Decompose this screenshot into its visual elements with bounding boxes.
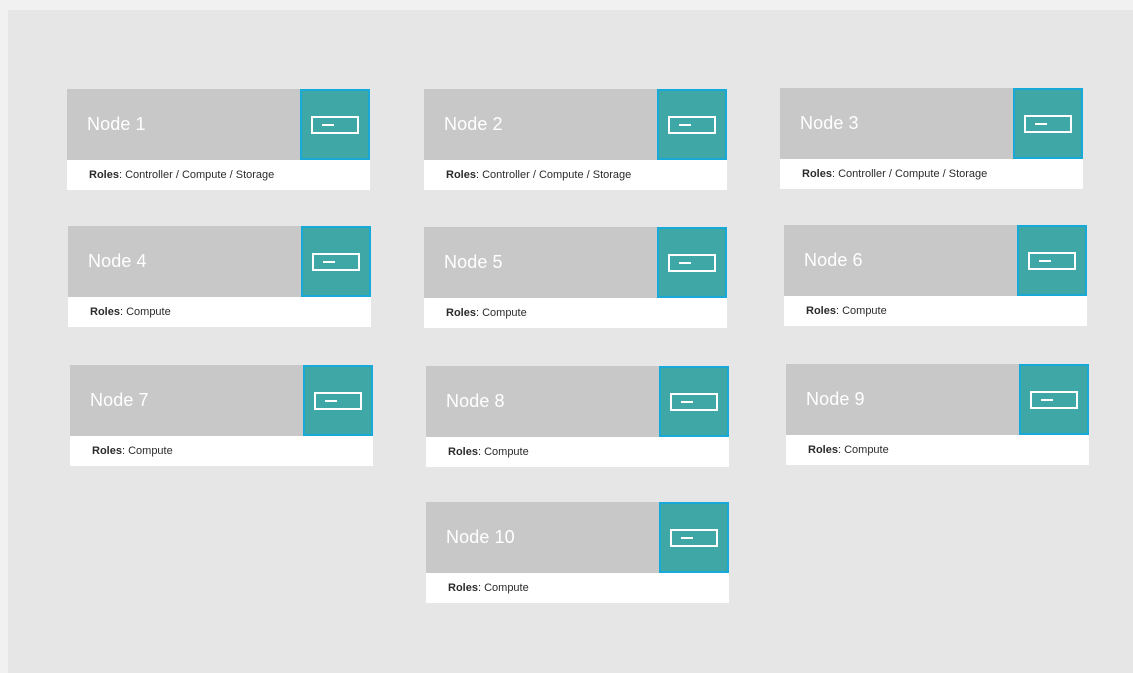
node-action-button[interactable] xyxy=(300,89,370,160)
server-icon xyxy=(670,393,718,411)
node-name: Node 3 xyxy=(800,113,859,133)
node-action-button[interactable] xyxy=(659,502,729,573)
node-header: Node 3 xyxy=(780,88,1083,159)
node-card-2: Node 2 Roles: Controller / Compute / Sto… xyxy=(424,89,727,190)
node-header: Node 7 xyxy=(70,365,373,436)
node-roles: Roles: Compute xyxy=(448,573,529,603)
node-roles: Roles: Compute xyxy=(448,437,529,467)
node-roles-row: Roles: Compute xyxy=(786,435,1089,465)
node-name: Node 2 xyxy=(444,114,503,134)
node-action-button[interactable] xyxy=(1019,364,1089,435)
server-icon xyxy=(1024,115,1072,133)
node-header: Node 5 xyxy=(424,227,727,298)
node-card-4: Node 4 Roles: Compute xyxy=(68,226,371,327)
roles-value: Compute xyxy=(484,446,529,458)
node-name: Node 8 xyxy=(446,391,505,411)
node-header: Node 10 xyxy=(426,502,729,573)
node-roles: Roles: Controller / Compute / Storage xyxy=(89,160,274,190)
roles-label: Roles xyxy=(446,307,476,319)
roles-value: Compute xyxy=(484,582,529,594)
roles-value: Controller / Compute / Storage xyxy=(482,169,632,181)
server-icon xyxy=(314,392,362,410)
node-name: Node 9 xyxy=(806,389,865,409)
node-roles-row: Roles: Controller / Compute / Storage xyxy=(780,159,1083,189)
node-roles-row: Roles: Compute xyxy=(70,436,373,466)
node-action-button[interactable] xyxy=(1017,225,1087,296)
node-roles-row: Roles: Compute xyxy=(426,437,729,467)
roles-label: Roles xyxy=(90,306,120,318)
node-roles-row: Roles: Compute xyxy=(424,298,727,328)
roles-value: Controller / Compute / Storage xyxy=(125,169,275,181)
node-name: Node 1 xyxy=(87,114,146,134)
server-icon xyxy=(1030,391,1078,409)
roles-value: Compute xyxy=(844,444,889,456)
node-header: Node 2 xyxy=(424,89,727,160)
node-roles: Roles: Compute xyxy=(806,296,887,326)
node-name: Node 4 xyxy=(88,251,147,271)
server-icon xyxy=(1028,252,1076,270)
roles-label: Roles xyxy=(806,305,836,317)
node-card-8: Node 8 Roles: Compute xyxy=(426,366,729,467)
node-header: Node 8 xyxy=(426,366,729,437)
roles-label: Roles xyxy=(92,445,122,457)
node-header: Node 6 xyxy=(784,225,1087,296)
roles-value: Compute xyxy=(842,305,887,317)
roles-value: Controller / Compute / Storage xyxy=(838,168,988,180)
node-roles: Roles: Compute xyxy=(808,435,889,465)
node-card-9: Node 9 Roles: Compute xyxy=(786,364,1089,465)
node-roles: Roles: Controller / Compute / Storage xyxy=(446,160,631,190)
node-action-button[interactable] xyxy=(659,366,729,437)
roles-label: Roles xyxy=(808,444,838,456)
server-icon xyxy=(670,529,718,547)
roles-value: Compute xyxy=(126,306,171,318)
node-name: Node 7 xyxy=(90,390,149,410)
roles-label: Roles xyxy=(448,582,478,594)
node-canvas: Node 1 Roles: Controller / Compute / Sto… xyxy=(8,10,1133,673)
node-roles-row: Roles: Compute xyxy=(784,296,1087,326)
roles-label: Roles xyxy=(802,168,832,180)
node-roles-row: Roles: Controller / Compute / Storage xyxy=(424,160,727,190)
node-header: Node 4 xyxy=(68,226,371,297)
node-roles-row: Roles: Controller / Compute / Storage xyxy=(67,160,370,190)
node-card-10: Node 10 Roles: Compute xyxy=(426,502,729,603)
server-icon xyxy=(668,254,716,272)
roles-label: Roles xyxy=(448,446,478,458)
node-card-5: Node 5 Roles: Compute xyxy=(424,227,727,328)
node-action-button[interactable] xyxy=(1013,88,1083,159)
node-card-3: Node 3 Roles: Controller / Compute / Sto… xyxy=(780,88,1083,189)
node-roles-row: Roles: Compute xyxy=(426,573,729,603)
node-roles: Roles: Compute xyxy=(92,436,173,466)
node-action-button[interactable] xyxy=(657,227,727,298)
roles-value: Compute xyxy=(128,445,173,457)
node-roles: Roles: Compute xyxy=(446,298,527,328)
roles-label: Roles xyxy=(89,169,119,181)
server-icon xyxy=(668,116,716,134)
server-icon xyxy=(311,116,359,134)
node-roles: Roles: Controller / Compute / Storage xyxy=(802,159,987,189)
node-roles-row: Roles: Compute xyxy=(68,297,371,327)
server-icon xyxy=(312,253,360,271)
node-roles: Roles: Compute xyxy=(90,297,171,327)
node-card-1: Node 1 Roles: Controller / Compute / Sto… xyxy=(67,89,370,190)
roles-label: Roles xyxy=(446,169,476,181)
node-card-6: Node 6 Roles: Compute xyxy=(784,225,1087,326)
node-action-button[interactable] xyxy=(301,226,371,297)
node-card-7: Node 7 Roles: Compute xyxy=(70,365,373,466)
node-action-button[interactable] xyxy=(657,89,727,160)
node-name: Node 10 xyxy=(446,527,515,547)
roles-value: Compute xyxy=(482,307,527,319)
node-name: Node 6 xyxy=(804,250,863,270)
node-name: Node 5 xyxy=(444,252,503,272)
node-action-button[interactable] xyxy=(303,365,373,436)
node-header: Node 9 xyxy=(786,364,1089,435)
node-header: Node 1 xyxy=(67,89,370,160)
